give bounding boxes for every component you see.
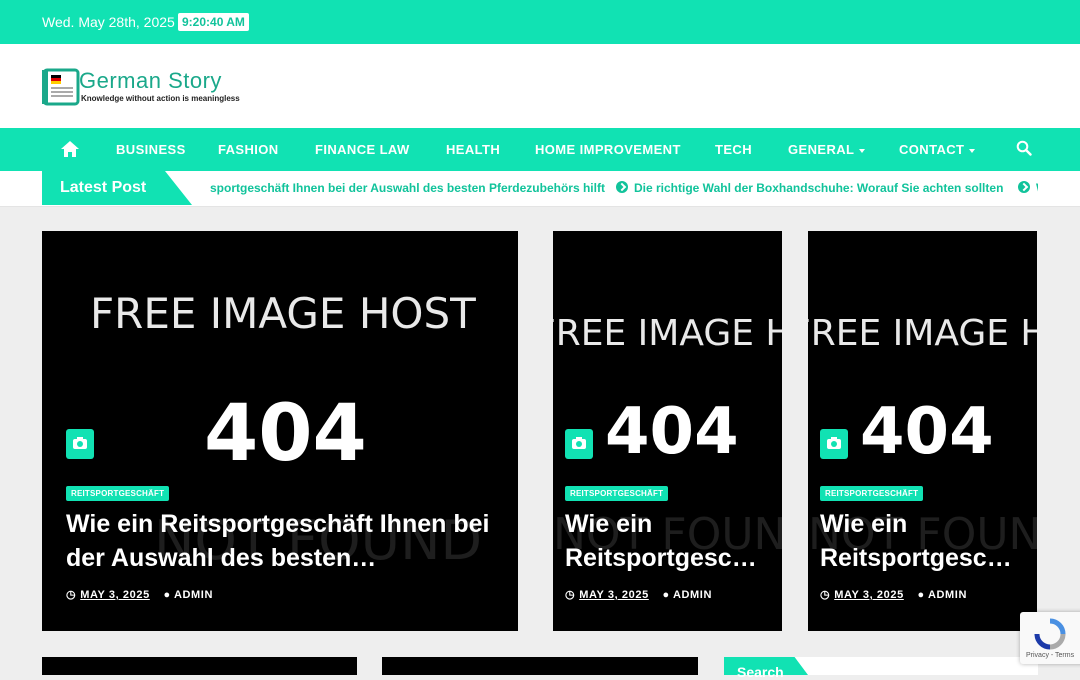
clock-icon: ◷	[565, 589, 576, 601]
category-badge[interactable]: REITSPORTGESCHÄFT	[820, 486, 924, 501]
site-tagline: Knowledge without action is meaningless	[81, 94, 240, 103]
post-meta: ◷ MAY 3, 2025 ● ADMIN	[820, 588, 967, 601]
post-date[interactable]: MAY 3, 2025	[834, 589, 904, 601]
post-card[interactable]	[382, 657, 698, 675]
nav-item-finance-law[interactable]: FINANCE LAW	[315, 142, 410, 157]
nav-item-contact-label: CONTACT	[899, 142, 965, 157]
news-ticker: sportgeschäft Ihnen bei der Auswahl des …	[210, 171, 1038, 205]
camera-icon	[66, 429, 94, 459]
recaptcha-icon	[1034, 618, 1066, 650]
recaptcha-links[interactable]: Privacy - Terms	[1026, 652, 1074, 659]
category-badge[interactable]: REITSPORTGESCHÄFT	[565, 486, 669, 501]
post-title[interactable]: Wie ein Reitsportgeschäft Ihnen bei der …	[66, 507, 506, 577]
nav-item-business[interactable]: BUSINESS	[116, 142, 186, 157]
chevron-down-icon	[969, 148, 976, 153]
current-time: 9:20:40 AM	[178, 13, 249, 31]
featured-post-card[interactable]: FREE IMAGE HOST 404 NOT FOUND REITSPORTG…	[42, 231, 518, 631]
post-title[interactable]: Wie ein Reitsportgesc…	[565, 507, 775, 577]
placeholder-image-text: FREE IMAGE HOST	[90, 289, 476, 338]
post-date[interactable]: MAY 3, 2025	[579, 589, 649, 601]
placeholder-image-404: 404	[860, 395, 994, 469]
post-title[interactable]: Wie ein Reitsportgesc…	[820, 507, 1030, 577]
nav-item-health[interactable]: HEALTH	[446, 142, 500, 157]
top-bar: Wed. May 28th, 2025 9:20:40 AM	[0, 0, 1080, 44]
search-icon[interactable]	[1016, 140, 1032, 156]
clock-icon: ◷	[66, 589, 77, 601]
featured-post-card[interactable]: FREE IMAGE HOST 404 NOT FOUND REITSPORTG…	[808, 231, 1037, 631]
clock-icon: ◷	[820, 589, 831, 601]
user-icon: ●	[917, 589, 925, 601]
post-author[interactable]: ADMIN	[673, 589, 712, 601]
post-date[interactable]: MAY 3, 2025	[80, 589, 150, 601]
post-meta: ◷ MAY 3, 2025 ● ADMIN	[565, 588, 712, 601]
current-date: Wed. May 28th, 2025	[42, 14, 175, 30]
nav-item-tech[interactable]: TECH	[715, 142, 752, 157]
recaptcha-badge[interactable]: Privacy - Terms	[1020, 612, 1080, 664]
site-header: German Story Knowledge without action is…	[0, 44, 1080, 128]
camera-icon	[820, 429, 848, 459]
chevron-down-icon	[859, 148, 866, 153]
placeholder-image-404: 404	[605, 395, 739, 469]
placeholder-image-text: FREE IMAGE HOST	[553, 313, 782, 354]
user-icon: ●	[662, 589, 670, 601]
nav-item-general[interactable]: GENERAL	[788, 142, 866, 157]
user-icon: ●	[163, 589, 171, 601]
post-author[interactable]: ADMIN	[928, 589, 967, 601]
search-widget-title: Search	[737, 664, 784, 680]
placeholder-image-text: FREE IMAGE HOST	[808, 313, 1037, 354]
category-badge[interactable]: REITSPORTGESCHÄFT	[66, 486, 170, 501]
chevron-right-circle-icon	[616, 181, 628, 193]
post-meta: ◷ MAY 3, 2025 ● ADMIN	[66, 588, 213, 601]
camera-icon	[565, 429, 593, 459]
nav-item-fashion[interactable]: FASHION	[218, 142, 279, 157]
nav-item-home-improvement[interactable]: HOME IMPROVEMENT	[535, 142, 681, 157]
home-icon[interactable]	[60, 139, 80, 159]
ticker-item[interactable]: Die richtige Wahl der Boxhandschuhe: Wor…	[634, 181, 1003, 195]
latest-post-bar: Latest Post sportgeschäft Ihnen bei der …	[0, 171, 1080, 207]
post-card[interactable]	[42, 657, 357, 675]
nav-item-contact[interactable]: CONTACT	[899, 142, 976, 157]
latest-post-label: Latest Post	[60, 179, 147, 196]
site-title[interactable]: German Story	[79, 68, 222, 94]
chevron-right-circle-icon	[1018, 181, 1030, 193]
main-nav: BUSINESS FASHION FINANCE LAW HEALTH HOME…	[0, 128, 1080, 171]
site-logo-icon[interactable]	[42, 66, 82, 110]
nav-item-general-label: GENERAL	[788, 142, 855, 157]
featured-post-card[interactable]: FREE IMAGE HOST 404 NOT FOUND REITSPORTG…	[553, 231, 782, 631]
ticker-item[interactable]: sportgeschäft Ihnen bei der Auswahl des …	[210, 181, 605, 195]
post-author[interactable]: ADMIN	[174, 589, 213, 601]
ticker-item[interactable]: W	[1036, 181, 1038, 195]
placeholder-image-404: 404	[204, 389, 367, 479]
